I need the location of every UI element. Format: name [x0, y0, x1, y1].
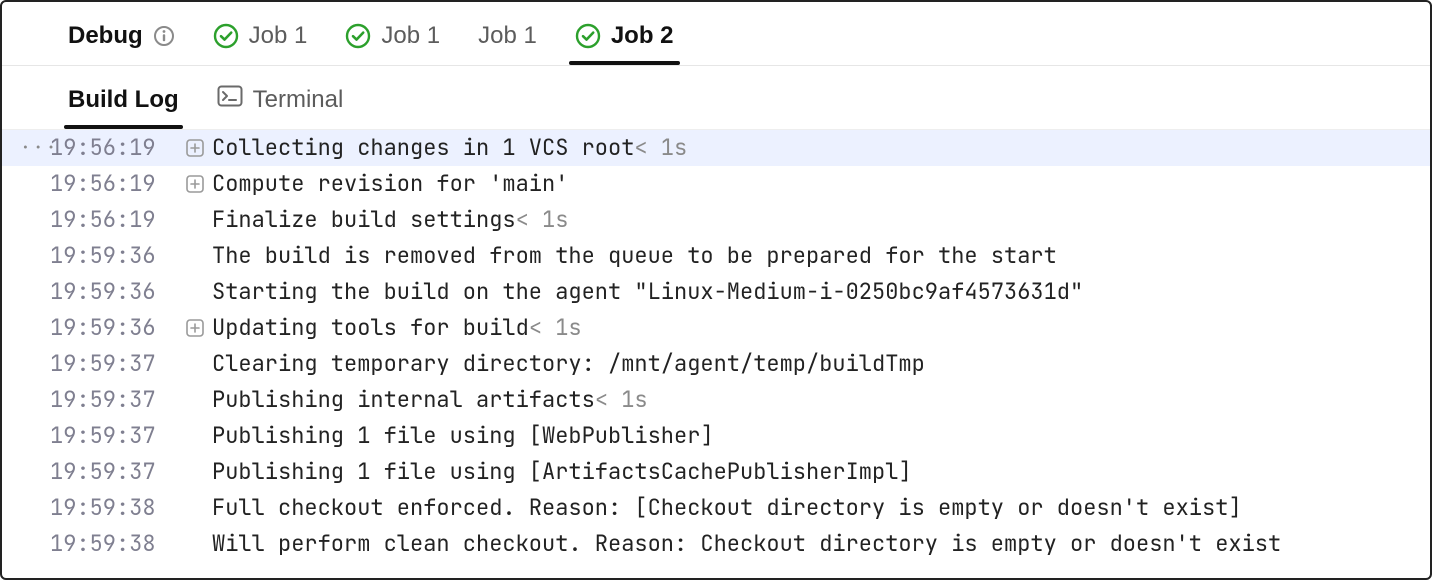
- tabs-row: Debug Job 1: [2, 2, 1430, 66]
- subtab-build-log[interactable]: Build Log: [66, 80, 181, 128]
- tab-job-1[interactable]: Job 1: [343, 16, 442, 64]
- log-duration: < 1s: [595, 382, 648, 418]
- build-log: ···19:56:19Collecting changes in 1 VCS r…: [2, 130, 1430, 578]
- log-message: The build is removed from the queue to b…: [212, 238, 1057, 274]
- log-message: Publishing 1 file using [WebPublisher]: [212, 418, 714, 454]
- subtab-label: Build Log: [68, 86, 179, 114]
- log-line[interactable]: ···19:56:19 Collecting changes in 1 VCS r…: [2, 130, 1430, 166]
- subtab-terminal[interactable]: Terminal: [215, 79, 346, 128]
- log-timestamp: 19:59:37: [50, 382, 178, 418]
- terminal-icon: [217, 85, 243, 114]
- log-message: Publishing internal artifacts: [212, 382, 595, 418]
- log-line[interactable]: 19:59:36 Starting the build on the agent …: [2, 274, 1430, 310]
- log-line[interactable]: 19:59:38 Full checkout enforced. Reason: …: [2, 490, 1430, 526]
- check-circle-icon: [575, 23, 601, 49]
- log-timestamp: 19:56:19: [50, 166, 178, 202]
- log-line[interactable]: 19:56:19 Compute revision for 'main': [2, 166, 1430, 202]
- tab-label: Job 1: [249, 22, 308, 50]
- log-message: Clearing temporary directory: /mnt/agent…: [212, 346, 925, 382]
- log-message: Finalize build settings: [212, 202, 516, 238]
- log-line[interactable]: 19:59:38 Will perform clean checkout. Rea…: [2, 526, 1430, 562]
- check-circle-icon: [345, 23, 371, 49]
- log-timestamp: 19:59:37: [50, 418, 178, 454]
- log-line-menu-icon[interactable]: ···: [20, 130, 50, 166]
- log-line[interactable]: 19:59:36 Updating tools for build < 1s: [2, 310, 1430, 346]
- tab-job-2[interactable]: Job 1: [476, 16, 539, 64]
- log-message: Updating tools for build: [212, 310, 529, 346]
- log-message: Full checkout enforced. Reason: [Checkou…: [212, 490, 1242, 526]
- log-timestamp: 19:59:36: [50, 238, 178, 274]
- log-timestamp: 19:59:36: [50, 274, 178, 310]
- log-message: Collecting changes in 1 VCS root: [212, 130, 634, 166]
- expand-icon[interactable]: [178, 319, 212, 337]
- log-duration: < 1s: [529, 310, 582, 346]
- subtab-label: Terminal: [253, 86, 344, 114]
- log-line[interactable]: 19:59:37 Clearing temporary directory: /m…: [2, 346, 1430, 382]
- log-timestamp: 19:59:38: [50, 526, 178, 562]
- log-duration: < 1s: [634, 130, 687, 166]
- log-message: Will perform clean checkout. Reason: Che…: [212, 526, 1281, 562]
- log-message: Compute revision for 'main': [212, 166, 568, 202]
- log-timestamp: 19:59:36: [50, 310, 178, 346]
- log-duration: < 1s: [516, 202, 569, 238]
- tab-debug-label: Debug: [68, 22, 143, 50]
- log-message: Publishing 1 file using [ArtifactsCacheP…: [212, 454, 912, 490]
- check-circle-icon: [213, 23, 239, 49]
- tab-job-0[interactable]: Job 1: [211, 16, 310, 64]
- tab-label: Job 2: [611, 22, 674, 50]
- log-timestamp: 19:59:37: [50, 346, 178, 382]
- tab-label: Job 1: [381, 22, 440, 50]
- log-line[interactable]: 19:59:37 Publishing internal artifacts < …: [2, 382, 1430, 418]
- log-timestamp: 19:59:37: [50, 454, 178, 490]
- log-message: Starting the build on the agent "Linux-M…: [212, 274, 1083, 310]
- tab-job-3[interactable]: Job 2: [573, 16, 676, 64]
- tab-label: Job 1: [478, 22, 537, 50]
- log-timestamp: 19:56:19: [50, 130, 178, 166]
- log-line[interactable]: 19:59:37 Publishing 1 file using [Artifac…: [2, 454, 1430, 490]
- expand-icon[interactable]: [178, 139, 212, 157]
- log-timestamp: 19:59:38: [50, 490, 178, 526]
- app-frame: Debug Job 1: [0, 0, 1432, 580]
- info-icon: [153, 25, 175, 47]
- subtabs-row: Build Log Terminal: [2, 66, 1430, 130]
- log-line[interactable]: 19:56:19 Finalize build settings < 1s: [2, 202, 1430, 238]
- log-line[interactable]: 19:59:37 Publishing 1 file using [WebPubl…: [2, 418, 1430, 454]
- log-line[interactable]: 19:59:36 The build is removed from the qu…: [2, 238, 1430, 274]
- tab-debug[interactable]: Debug: [66, 16, 177, 64]
- log-timestamp: 19:56:19: [50, 202, 178, 238]
- expand-icon[interactable]: [178, 175, 212, 193]
